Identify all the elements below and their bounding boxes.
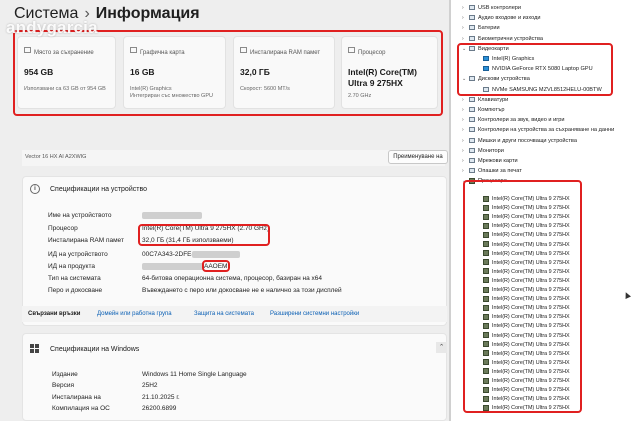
biometric-icon — [469, 35, 475, 41]
tree-label: Компютър — [478, 107, 505, 113]
windows-spec-value: 21.10.2025 г. — [142, 394, 180, 401]
rename-button[interactable]: Преименуване на — [388, 150, 448, 164]
tree-label: Опашки за печат — [478, 168, 522, 175]
windows-logo-icon — [30, 344, 40, 354]
tree-label: Клавиатури — [478, 96, 509, 103]
tree-label: Контролери на устройства за съхраняване … — [478, 127, 615, 134]
spec-value: 64-битова операционна система, процесор,… — [142, 275, 322, 282]
spec-label: Инсталирана RAM памет — [48, 237, 124, 244]
spec-label: Име на устройството — [48, 212, 112, 219]
storage-controller-icon — [469, 127, 475, 133]
tree-label: Мрежови карти — [478, 158, 518, 164]
device-specs-title: Спецификации на устройство — [50, 186, 147, 193]
highlight-display-disk — [457, 43, 613, 96]
highlight-processors — [463, 180, 582, 413]
tree-label: Мишки и други посочващи устройства — [478, 137, 577, 144]
sound-icon — [469, 117, 475, 123]
windows-specs-title: Спецификации на Windows — [50, 346, 140, 353]
windows-spec-label: Версия — [52, 382, 74, 389]
redacted-product-id — [142, 263, 204, 270]
info-icon: i — [30, 184, 40, 194]
watermark: andygarcia — [6, 18, 98, 37]
spec-label: Тип на системата — [48, 275, 101, 282]
windows-spec-label: Издание — [52, 371, 78, 378]
highlight-cards — [13, 30, 443, 116]
spec-value: Въвеждането с перо или докосване не е на… — [142, 287, 342, 294]
spec-label: Перо и докосване — [48, 287, 103, 294]
device-hostname: Vector 16 HX AI A2XWIG — [25, 154, 87, 160]
usb-icon — [469, 5, 475, 11]
windows-spec-label: Инсталирана на — [52, 394, 101, 401]
tree-label: Контролери за звук, видео и игри — [478, 117, 565, 124]
tree-label: Биометрични устройства — [478, 35, 543, 42]
spec-label: ИД на устройството — [48, 251, 108, 258]
windows-spec-label: Компилация на ОС — [52, 405, 110, 412]
printer-icon — [469, 168, 475, 174]
windows-spec-value: 26200.6899 — [142, 405, 177, 412]
windows-spec-value: 25H2 — [142, 382, 158, 389]
related-link[interactable]: Защита на системата — [194, 311, 254, 317]
spec-label: ИД на продукта — [48, 263, 95, 270]
computer-icon — [469, 107, 475, 113]
monitor-icon — [469, 147, 475, 153]
tree-label: USB контролери — [478, 5, 522, 11]
windows-spec-value: Windows 11 Home Single Language — [142, 371, 247, 378]
network-icon — [469, 158, 475, 164]
related-link[interactable]: Разширени системни настройки — [270, 311, 359, 317]
highlight-processor-ram — [138, 224, 270, 246]
keyboard-icon — [469, 96, 475, 102]
tree-label: Аудио входове и изходи — [478, 15, 541, 22]
spec-value: 00C7A343-2DFE- — [142, 251, 194, 258]
page-title: Информация — [95, 5, 200, 22]
mouse-icon — [469, 137, 475, 143]
redacted-device-name — [142, 212, 202, 219]
related-link[interactable]: Домейн или работна група — [97, 311, 172, 317]
tree-label: Батерии — [478, 25, 500, 32]
battery-icon — [469, 25, 475, 31]
redacted-device-id — [192, 251, 240, 258]
highlight-product-id — [202, 260, 230, 272]
spec-label: Процесор — [48, 225, 78, 232]
related-links-label: Свързани връзки — [28, 311, 81, 317]
collapse-chevron-icon[interactable]: ⌃ — [436, 342, 447, 353]
tree-label: Монитори — [478, 147, 504, 154]
audio-icon — [469, 15, 475, 21]
